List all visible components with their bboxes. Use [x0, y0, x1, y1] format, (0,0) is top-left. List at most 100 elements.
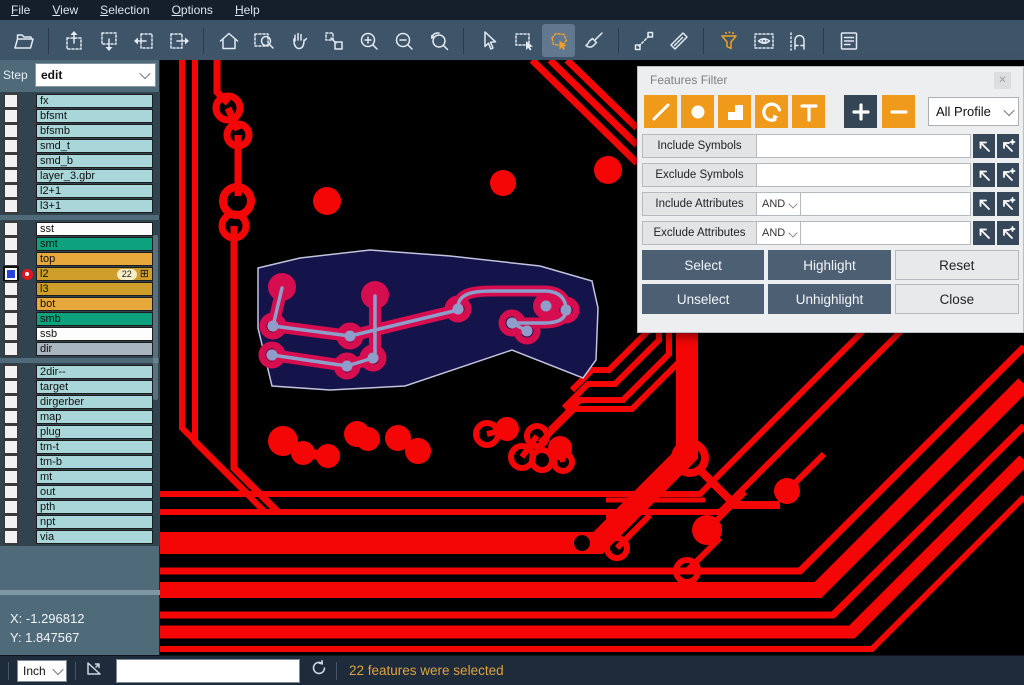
layer-row[interactable]: fx	[0, 94, 160, 108]
layer-name-cell[interactable]: via	[36, 530, 153, 544]
layer-name-cell[interactable]: layer_3.gbr	[36, 169, 153, 183]
layer-name-cell[interactable]: sst	[36, 222, 153, 236]
layer-visibility-checkbox[interactable]	[3, 266, 19, 282]
layer-row[interactable]: via	[0, 530, 160, 544]
layer-row[interactable]: out	[0, 485, 160, 499]
exclude-attributes-button[interactable]: Exclude Attributes	[642, 221, 757, 245]
refresh-button[interactable]	[310, 659, 328, 682]
zoom-in-button[interactable]	[352, 24, 385, 57]
layer-visibility-checkbox[interactable]	[3, 251, 19, 267]
layer-context-cell[interactable]	[20, 297, 34, 311]
pick-attribute-button[interactable]	[973, 192, 995, 216]
layer-name-cell[interactable]: dir	[36, 342, 153, 356]
ruler-button[interactable]	[662, 24, 695, 57]
pick-symbol-add-button[interactable]	[997, 134, 1019, 158]
layer-visibility-checkbox[interactable]	[3, 198, 19, 214]
layer-name-cell[interactable]: 2dir--	[36, 365, 153, 379]
dialog-close-button[interactable]: ✕	[994, 72, 1011, 89]
menu-item[interactable]: Options	[161, 0, 224, 20]
layer-visibility-checkbox[interactable]	[3, 341, 19, 357]
pick-attribute-button[interactable]	[973, 221, 995, 245]
zoom-selection-button[interactable]	[317, 24, 350, 57]
layer-visibility-checkbox[interactable]	[3, 93, 19, 109]
filter-text-toggle[interactable]	[792, 95, 825, 128]
pan-down-button[interactable]	[92, 24, 125, 57]
layer-row[interactable]: l2 22 ⊞	[0, 267, 160, 281]
layer-name-cell[interactable]: plug	[36, 425, 153, 439]
layer-visibility-checkbox[interactable]	[3, 236, 19, 252]
zoom-home-button[interactable]	[212, 24, 245, 57]
layer-visibility-checkbox[interactable]	[3, 153, 19, 169]
layer-row[interactable]: bfsmt	[0, 109, 160, 123]
layer-visibility-checkbox[interactable]	[3, 364, 19, 380]
layer-context-cell[interactable]	[20, 154, 34, 168]
layer-visibility-checkbox[interactable]	[3, 108, 19, 124]
layer-row[interactable]: bfsmb	[0, 124, 160, 138]
layer-context-cell[interactable]	[20, 395, 34, 409]
layer-context-cell[interactable]	[20, 312, 34, 326]
pan-hand-button[interactable]	[282, 24, 315, 57]
layer-row[interactable]: l3	[0, 282, 160, 296]
layer-context-cell[interactable]	[20, 380, 34, 394]
layer-row[interactable]: smb	[0, 312, 160, 326]
filter-lines-toggle[interactable]	[644, 95, 677, 128]
menu-item[interactable]: View	[41, 0, 89, 20]
reset-button[interactable]: Reset	[895, 250, 1019, 280]
open-file-button[interactable]	[7, 24, 40, 57]
layer-visibility-checkbox[interactable]	[3, 514, 19, 530]
pick-symbol-button[interactable]	[973, 134, 995, 158]
layer-row[interactable]: l3+1	[0, 199, 160, 213]
zoom-window-button[interactable]	[247, 24, 280, 57]
layer-name-cell[interactable]: npt	[36, 515, 153, 529]
layer-visibility-checkbox[interactable]	[3, 183, 19, 199]
layer-row[interactable]: map	[0, 410, 160, 424]
features-filter-button[interactable]	[712, 24, 745, 57]
layer-visibility-checkbox[interactable]	[3, 311, 19, 327]
layer-context-cell[interactable]	[20, 530, 34, 544]
layer-row[interactable]: 2dir--	[0, 365, 160, 379]
layer-row[interactable]: top	[0, 252, 160, 266]
rectangle-select-button[interactable]	[507, 24, 540, 57]
menu-item[interactable]: Help	[224, 0, 271, 20]
layer-name-cell[interactable]: tm-t	[36, 440, 153, 454]
layer-context-cell[interactable]	[20, 515, 34, 529]
layer-row[interactable]: target	[0, 380, 160, 394]
layer-visibility-checkbox[interactable]	[3, 138, 19, 154]
include-attributes-button[interactable]: Include Attributes	[642, 192, 757, 216]
unselect-button[interactable]: Unselect	[642, 284, 764, 314]
layer-row[interactable]: dirgerber	[0, 395, 160, 409]
exclude-symbols-button[interactable]: Exclude Symbols	[642, 163, 757, 187]
zoom-previous-button[interactable]	[422, 24, 455, 57]
layer-name-cell[interactable]: smt	[36, 237, 153, 251]
layer-context-cell[interactable]	[20, 109, 34, 123]
dialog-titlebar[interactable]: Features Filter ✕	[638, 67, 1023, 93]
filter-arcs-toggle[interactable]	[755, 95, 788, 128]
layer-row[interactable]: bot	[0, 297, 160, 311]
layer-row[interactable]: plug	[0, 425, 160, 439]
feature-info-button[interactable]	[832, 24, 865, 57]
layer-name-cell[interactable]: ssb	[36, 327, 153, 341]
view-options-button[interactable]	[747, 24, 780, 57]
layer-visibility-checkbox[interactable]	[3, 484, 19, 500]
step-select[interactable]: edit	[35, 63, 156, 87]
layer-context-cell[interactable]	[20, 365, 34, 379]
menu-item[interactable]: Selection	[89, 0, 160, 20]
layer-context-cell[interactable]	[20, 282, 34, 296]
filter-negative-toggle[interactable]	[882, 95, 915, 128]
layer-row[interactable]: pth	[0, 500, 160, 514]
layer-list-scrollbar[interactable]	[153, 235, 158, 400]
layer-name-cell[interactable]: mt	[36, 470, 153, 484]
layer-name-cell[interactable]: top	[36, 252, 153, 266]
layer-context-cell[interactable]	[20, 440, 34, 454]
include-attributes-input[interactable]	[801, 192, 971, 216]
close-button[interactable]: Close	[895, 284, 1019, 314]
clear-highlight-button[interactable]	[577, 24, 610, 57]
layer-row[interactable]: mt	[0, 470, 160, 484]
layer-row[interactable]: npt	[0, 515, 160, 529]
layer-context-cell[interactable]	[20, 267, 34, 281]
layer-grid-icon[interactable]: ⊞	[140, 269, 149, 280]
layer-name-cell[interactable]: l2 22 ⊞	[36, 267, 153, 281]
exclude-attributes-logic-select[interactable]: AND	[757, 221, 801, 245]
pick-attribute-add-button[interactable]	[997, 192, 1019, 216]
filter-surfaces-toggle[interactable]	[718, 95, 751, 128]
